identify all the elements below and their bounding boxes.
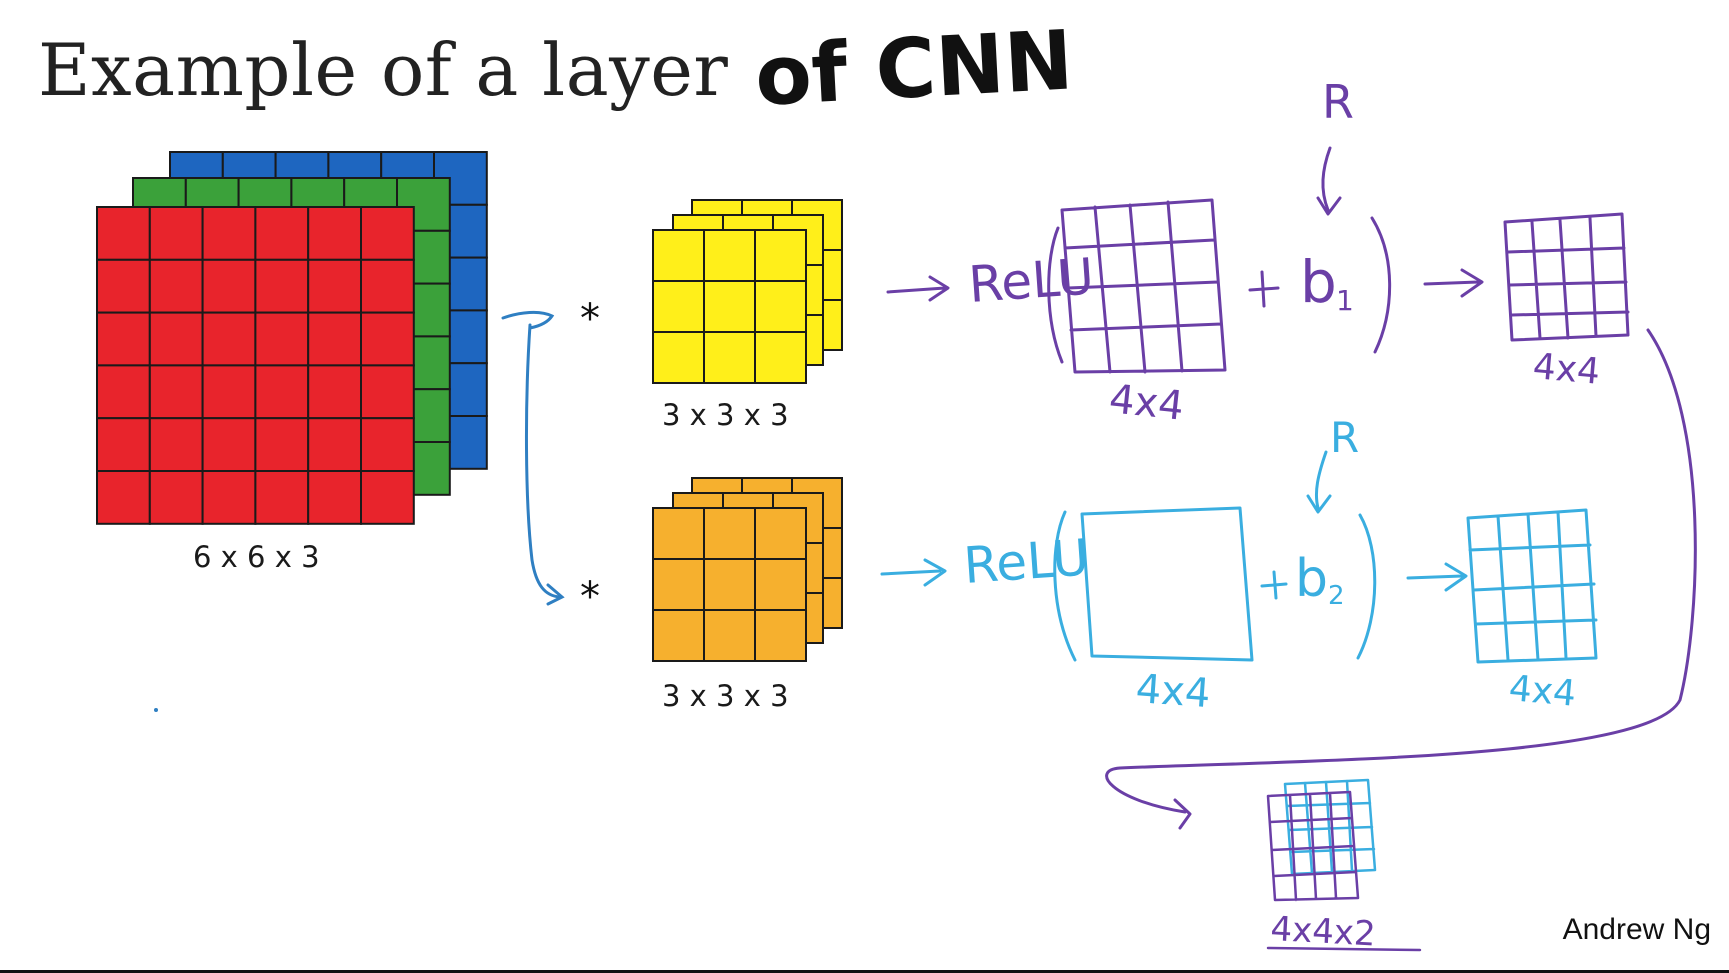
bias-subscript-1: 1 — [1336, 284, 1354, 317]
bias-label-1: b — [1300, 248, 1337, 316]
diagram-canvas: of CNN * * ReLU b 1 R 4x4 4x4 ReLU b 2 R… — [96, 13, 1697, 954]
output-label-2: 4x4 — [1507, 668, 1577, 715]
author-credit: Andrew Ng — [1562, 913, 1711, 946]
stray-dot — [154, 708, 158, 712]
input-volume — [96, 151, 488, 525]
arrow-to-relu-1 — [886, 275, 950, 302]
plus-sign-1 — [1248, 270, 1280, 308]
bias-label-2: b — [1295, 549, 1328, 609]
broadcast-arrow-1 — [1316, 146, 1342, 216]
filter-yellow — [652, 199, 843, 384]
split-arrow — [501, 310, 565, 606]
conv-output-label-2: 4x4 — [1134, 666, 1212, 717]
filter-orange — [652, 477, 843, 662]
branch-1 — [886, 146, 1697, 830]
output-label-1: 4x4 — [1531, 346, 1601, 393]
filter-2-label: 3 x 3 x 3 — [662, 679, 789, 713]
arrow-to-relu-2 — [880, 558, 947, 587]
filter-1-channel-front — [652, 229, 807, 384]
input-volume-label: 6 x 6 x 3 — [193, 540, 320, 574]
close-paren-2 — [1356, 513, 1377, 660]
activation-label-2: ReLU — [962, 528, 1091, 595]
input-channel-red — [96, 206, 415, 525]
conv-square-2 — [1080, 506, 1254, 662]
activation-label-1: ReLU — [967, 247, 1096, 314]
close-paren-1 — [1370, 216, 1392, 354]
convolution-operator-1: * — [580, 296, 600, 342]
output-grid-2 — [1466, 508, 1598, 664]
broadcast-symbol-2: R — [1330, 413, 1359, 462]
conv-output-label-1: 4x4 — [1107, 376, 1186, 430]
branch-1-to-stack-curve — [1105, 328, 1697, 830]
slide: Example of a layer of CNN * * ReLU b 1 R… — [0, 0, 1729, 973]
stacked-output-label: 4x4x2 — [1270, 909, 1377, 954]
broadcast-symbol-1: R — [1322, 75, 1354, 129]
arrow-to-output-2 — [1406, 562, 1468, 592]
plus-sign-2 — [1260, 570, 1288, 600]
arrow-to-output-1 — [1423, 268, 1484, 298]
broadcast-arrow-2 — [1306, 450, 1332, 514]
stacked-output-front-layer — [1266, 790, 1360, 902]
bias-subscript-2: 2 — [1328, 581, 1345, 611]
filter-2-channel-front — [652, 507, 807, 662]
output-grid-1 — [1503, 212, 1630, 342]
handwritten-title: of CNN — [753, 13, 1076, 125]
filter-1-label: 3 x 3 x 3 — [662, 398, 789, 432]
convolution-operator-2: * — [580, 574, 600, 620]
